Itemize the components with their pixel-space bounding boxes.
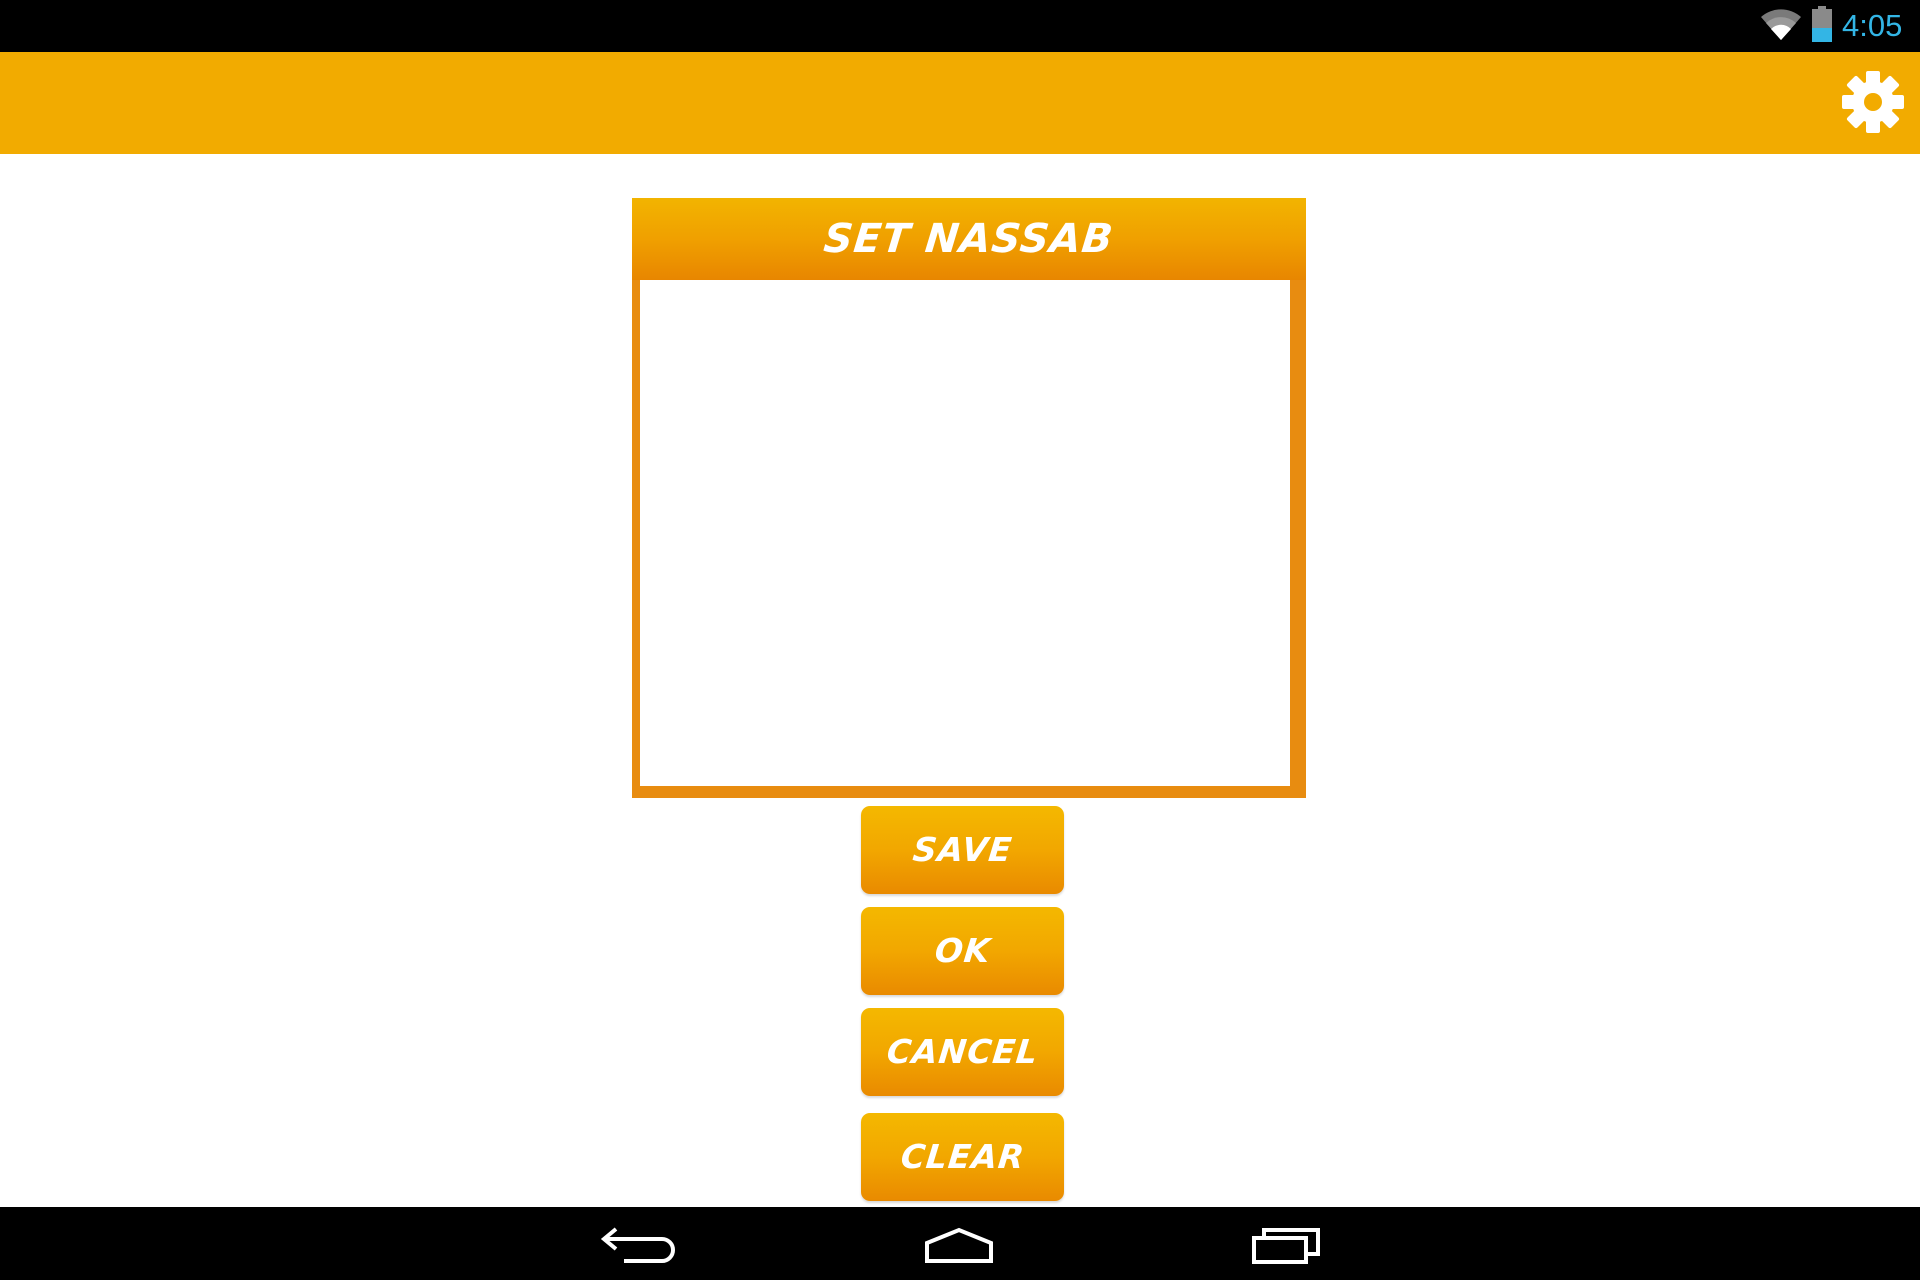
cancel-button[interactable]: CANCEL [861, 1008, 1064, 1096]
wifi-icon [1761, 9, 1801, 41]
gear-icon [1842, 71, 1904, 133]
recents-icon [1252, 1228, 1320, 1264]
recents-button[interactable] [1240, 1217, 1330, 1271]
navigation-bar [0, 1207, 1920, 1280]
panel-header: SET NASSAB [632, 198, 1306, 280]
save-button[interactable]: SAVE [861, 806, 1064, 894]
clear-button[interactable]: CLEAR [861, 1113, 1064, 1201]
back-button[interactable] [588, 1217, 678, 1271]
ok-button[interactable]: OK [861, 907, 1064, 995]
home-icon [925, 1227, 993, 1263]
cancel-button-label: CANCEL [884, 1032, 1041, 1071]
status-clock: 4:05 [1842, 8, 1903, 43]
back-icon [600, 1227, 675, 1263]
clear-button-label: CLEAR [898, 1137, 1027, 1176]
status-bar: 4:05 [0, 0, 1920, 52]
save-button-label: SAVE [910, 830, 1015, 869]
settings-button[interactable] [1840, 69, 1906, 135]
ok-button-label: OK [932, 931, 993, 970]
screen: 4:05 SET NASSAB SAVE OK CANCEL CLEAR [0, 0, 1920, 1280]
home-button[interactable] [914, 1217, 1004, 1271]
signature-canvas[interactable] [640, 280, 1290, 786]
signature-panel: SET NASSAB [632, 198, 1306, 798]
action-bar [0, 52, 1920, 154]
battery-icon [1812, 6, 1832, 42]
panel-title: SET NASSAB [821, 216, 1117, 262]
